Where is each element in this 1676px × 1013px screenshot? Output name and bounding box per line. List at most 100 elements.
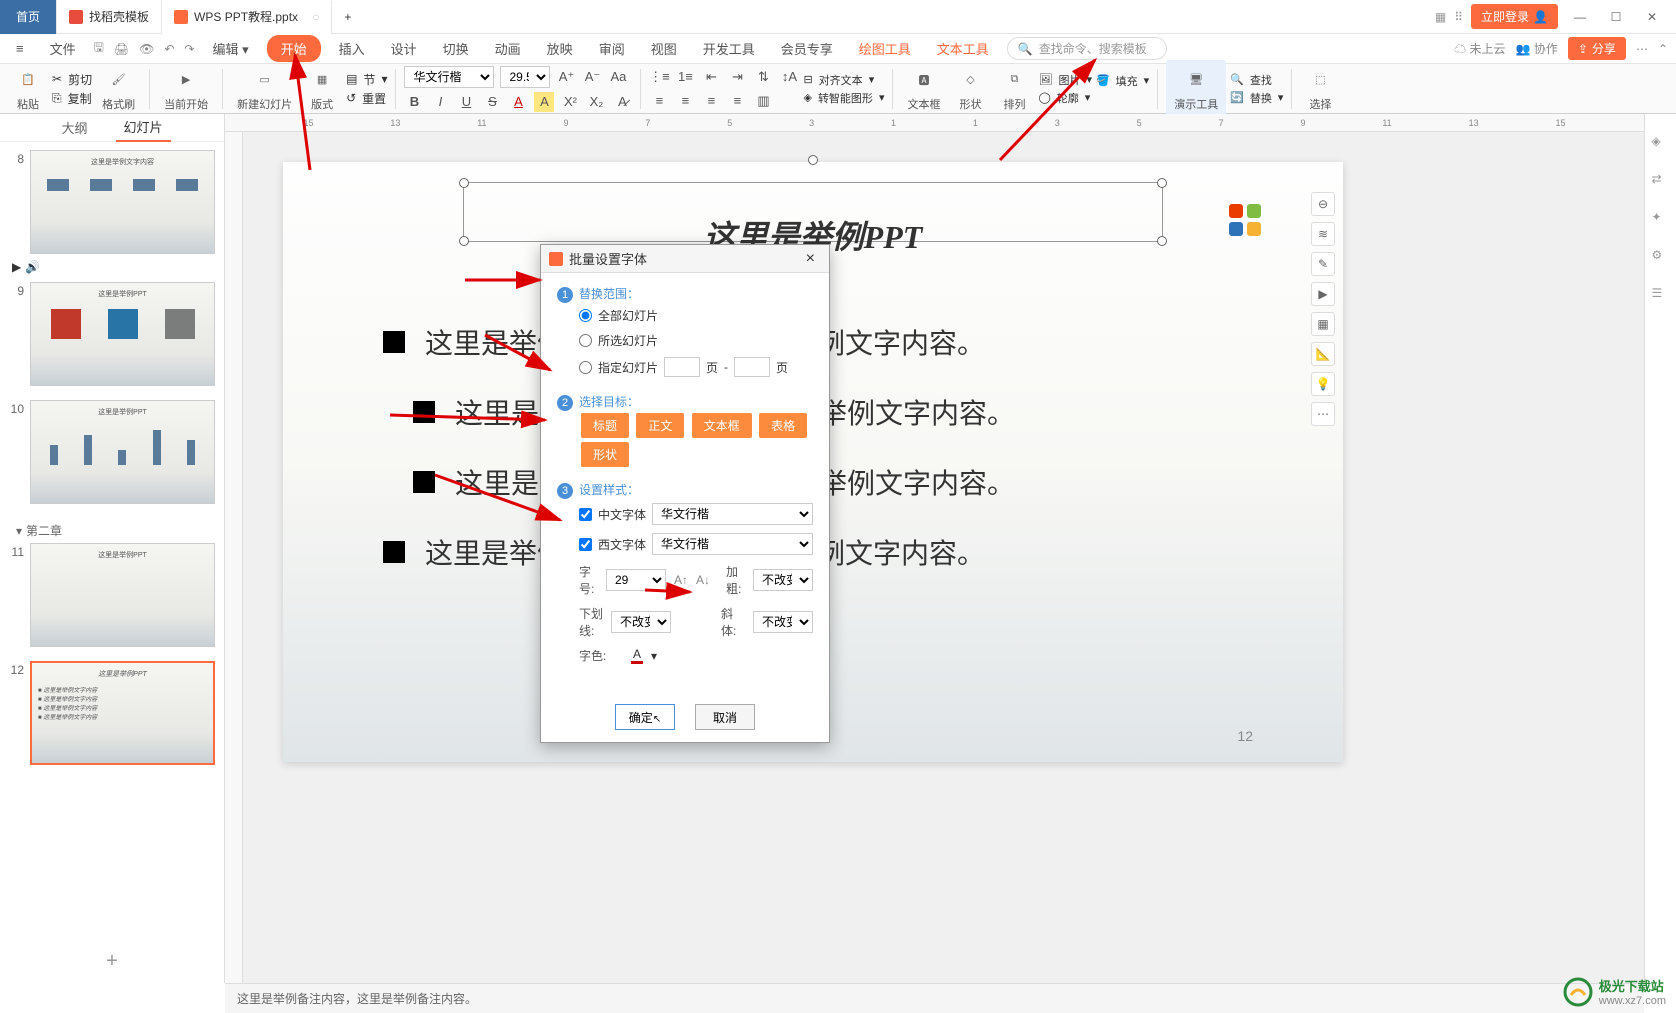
ok-button[interactable]: 确定↖ <box>615 704 675 730</box>
grid-tool[interactable]: ▦ <box>1311 312 1335 336</box>
checkbox-input[interactable] <box>579 508 592 521</box>
resize-handle[interactable] <box>1157 178 1167 188</box>
italic-button[interactable]: I <box>430 92 450 112</box>
section-header[interactable]: ▾ 第二章 <box>8 518 216 543</box>
slide-thumb-10[interactable]: 这里是举例PPT <box>30 400 215 504</box>
range-from-input[interactable] <box>664 357 700 377</box>
properties-panel-icon[interactable]: ☰ <box>1652 286 1670 304</box>
menu-drawtools[interactable]: 绘图工具 <box>851 35 919 62</box>
subscript-button[interactable]: X₂ <box>586 92 606 112</box>
increase-font-icon[interactable]: A↑ <box>674 573 688 587</box>
line-spacing-button[interactable]: ⇅ <box>753 67 773 87</box>
resize-handle[interactable] <box>459 236 469 246</box>
layout-grid-icon[interactable]: ▦ <box>1435 10 1446 24</box>
checkbox-input[interactable] <box>579 538 592 551</box>
tab-home[interactable]: 首页 <box>0 0 57 34</box>
font-name-select[interactable]: 华文行楷 <box>404 66 494 88</box>
share-button[interactable]: ⇪ 分享 <box>1568 37 1626 60</box>
rb-format-painter[interactable]: 🖌格式刷 <box>96 66 141 112</box>
rb-select[interactable]: ⬚选择 <box>1300 66 1340 112</box>
transition-panel-icon[interactable]: ⇄ <box>1652 172 1670 190</box>
rb-cut[interactable]: ✂剪切 <box>52 71 92 88</box>
range-to-input[interactable] <box>734 357 770 377</box>
slide-canvas[interactable]: 这里是举例PPT 这里是举例文字内容。这里是举例文字内容。 这里是举例文字内容。… <box>243 132 1644 983</box>
bulb-tool[interactable]: 💡 <box>1311 372 1335 396</box>
menu-slideshow[interactable]: 放映 <box>539 35 581 62</box>
tab-outline[interactable]: 大纲 <box>53 114 95 141</box>
italic-select[interactable]: 不改变 <box>753 611 813 633</box>
decrease-font-icon[interactable]: A⁻ <box>582 67 602 87</box>
radio-all-slides[interactable]: 全部幻灯片 <box>557 303 813 328</box>
tag-title[interactable]: 标题 <box>581 413 629 438</box>
rb-new-slide[interactable]: ▭新建幻灯片 <box>231 66 298 112</box>
menu-review[interactable]: 审阅 <box>591 35 633 62</box>
rb-align-text[interactable]: ⊟ 对齐文本▾ <box>803 72 884 88</box>
rb-fill[interactable]: 🪣 填充▾ <box>1096 73 1149 89</box>
cn-font-select[interactable]: 华文行楷 <box>652 503 813 525</box>
more-tool[interactable]: ⋯ <box>1311 402 1335 426</box>
dialog-close-button[interactable]: × <box>800 250 821 268</box>
check-cn-font[interactable]: 中文字体 华文行楷 <box>557 499 813 529</box>
rb-textbox[interactable]: 🅰文本框 <box>901 66 946 112</box>
slide-thumb-11[interactable]: 这里是举例PPT <box>30 543 215 647</box>
design-panel-icon[interactable]: ◈ <box>1652 134 1670 152</box>
radio-selected-slides[interactable]: 所选幻灯片 <box>557 328 813 353</box>
minimize-button[interactable]: — <box>1566 3 1594 31</box>
rb-from-current[interactable]: ▶当前开始 <box>158 66 214 112</box>
cancel-button[interactable]: 取消 <box>695 704 755 730</box>
new-tab-button[interactable]: + <box>332 0 363 34</box>
rb-presenter-tools[interactable]: 🖥演示工具 <box>1166 60 1226 118</box>
bold-select[interactable]: 不改变 <box>753 569 813 591</box>
tab-templates[interactable]: 找稻壳模板 <box>57 0 162 34</box>
play-thumb-icon[interactable]: ▶ <box>12 260 21 274</box>
strike-button[interactable]: S <box>482 92 502 112</box>
change-case-icon[interactable]: Aa <box>608 67 628 87</box>
cloud-status[interactable]: ☁ 未上云 <box>1454 40 1505 57</box>
highlight-button[interactable]: A <box>534 92 554 112</box>
underline-button[interactable]: U <box>456 92 476 112</box>
animation-panel-icon[interactable]: ✦ <box>1652 210 1670 228</box>
underline-select[interactable]: 不改变 <box>611 611 671 633</box>
tag-body[interactable]: 正文 <box>636 413 684 438</box>
en-font-select[interactable]: 华文行楷 <box>652 533 813 555</box>
radio-input[interactable] <box>579 309 592 322</box>
clear-format-button[interactable]: A̷ <box>612 92 632 112</box>
align-center-button[interactable]: ≡ <box>675 91 695 111</box>
qat-save-icon[interactable]: 🖫 <box>94 38 104 59</box>
rb-outline[interactable]: ◯ 轮廓▾ <box>1038 90 1092 106</box>
rb-reset[interactable]: ↺重置 <box>346 90 387 107</box>
align-justify-button[interactable]: ≡ <box>727 91 747 111</box>
menu-member[interactable]: 会员专享 <box>773 35 841 62</box>
rb-section[interactable]: ▤节▾ <box>346 71 387 88</box>
menu-file[interactable]: 文件 <box>42 35 84 62</box>
zoom-out-tool[interactable]: ⊖ <box>1311 192 1335 216</box>
more-icon[interactable]: ⋯ <box>1636 42 1648 56</box>
maximize-button[interactable]: ☐ <box>1602 3 1630 31</box>
font-color-button[interactable]: A <box>508 92 528 112</box>
rb-paste[interactable]: 📋粘贴 <box>8 66 48 112</box>
columns-button[interactable]: ▥ <box>753 91 773 111</box>
tab-slides[interactable]: 幻灯片 <box>116 113 171 142</box>
menu-texttools[interactable]: 文本工具 <box>929 35 997 62</box>
pen-tool[interactable]: ✎ <box>1311 252 1335 276</box>
rb-replace[interactable]: 🔄 替换▾ <box>1230 90 1283 106</box>
tab-document[interactable]: WPS PPT教程.pptx ○ <box>162 1 332 35</box>
tag-textbox[interactable]: 文本框 <box>692 413 752 438</box>
menu-edit[interactable]: 编辑 ▾ <box>204 35 256 62</box>
menu-start[interactable]: 开始 <box>267 35 321 62</box>
rb-layout[interactable]: ▦版式 <box>302 66 342 112</box>
login-button[interactable]: 立即登录 👤 <box>1471 4 1558 29</box>
slide-thumb-8[interactable]: 这里是举例文字内容 <box>30 150 215 254</box>
menu-insert[interactable]: 插入 <box>331 35 373 62</box>
dialog-titlebar[interactable]: 批量设置字体 × <box>541 245 829 273</box>
qat-print-icon[interactable]: 🖨 <box>114 42 129 56</box>
settings-panel-icon[interactable]: ⚙ <box>1652 248 1670 266</box>
indent-inc-button[interactable]: ⇥ <box>727 67 747 87</box>
rb-smart-shape[interactable]: ◈ 转智能图形▾ <box>803 90 884 106</box>
collab-button[interactable]: 👥 协作 <box>1516 40 1558 57</box>
rb-image[interactable]: 🖼 图片▾ <box>1038 72 1092 88</box>
resize-handle[interactable] <box>459 178 469 188</box>
indent-dec-button[interactable]: ⇤ <box>701 67 721 87</box>
font-size-select[interactable]: 29.5 <box>500 66 550 88</box>
slide-thumb-9[interactable]: 这里是举例PPT <box>30 282 215 386</box>
